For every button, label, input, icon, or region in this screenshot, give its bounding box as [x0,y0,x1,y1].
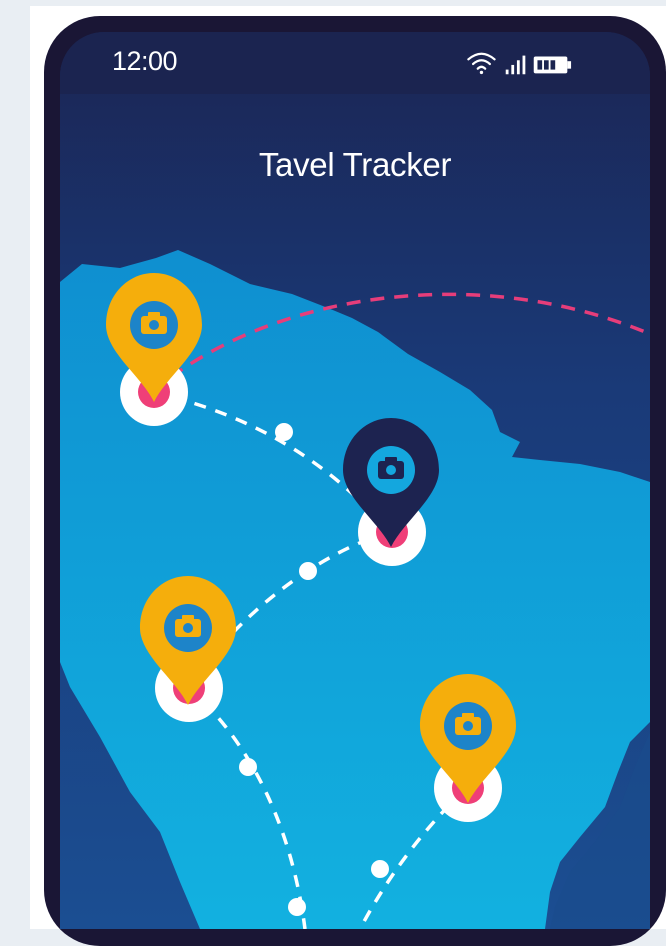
status-time: 12:00 [112,46,178,76]
wifi-icon [467,52,496,75]
signal-icon [505,55,526,75]
status-bar: 12:00 [60,32,650,94]
app-screen: 12:00 Tavel Tracker [60,32,650,929]
battery-icon [533,56,572,74]
app-title: Tavel Tracker [258,146,452,183]
